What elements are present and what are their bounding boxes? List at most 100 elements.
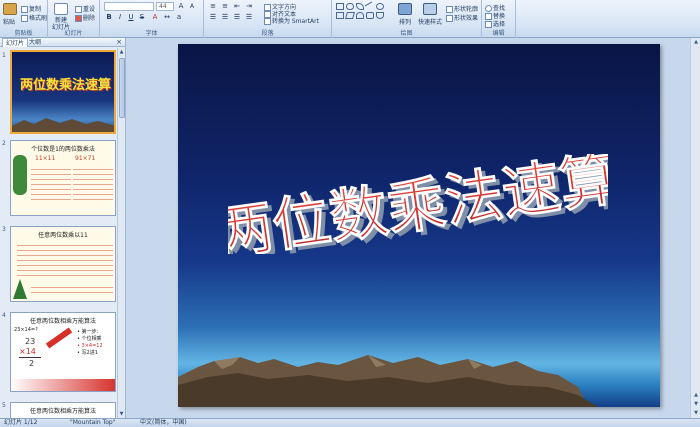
- select-button[interactable]: 选择: [485, 19, 505, 28]
- thumb-4-divider: [19, 357, 41, 358]
- shape-outline-button[interactable]: 形状轮廓: [446, 4, 478, 13]
- shape-outline-icon: [446, 6, 453, 13]
- scroll-up-icon[interactable]: ▲: [692, 38, 700, 47]
- prev-slide-icon[interactable]: ▲: [692, 391, 700, 400]
- slide-thumbnail-1[interactable]: 两位数乘法速算: [10, 50, 116, 134]
- slide-thumbnail-3[interactable]: 任意两位数乘以11: [10, 226, 116, 302]
- arc-shape-icon[interactable]: [356, 12, 364, 19]
- slide-thumbnail-2[interactable]: 个位数是1的两位数乘法 11×11 91×71: [10, 140, 116, 216]
- align-right-button[interactable]: ☰: [232, 13, 242, 22]
- slide-editing-area: 两位数乘法速算 两位数乘法速算 ▲ ▲ ▼ ▼: [127, 38, 700, 418]
- brush-icon: [21, 15, 28, 22]
- freeform-shape-icon[interactable]: [356, 3, 364, 10]
- thumb-2-text: 11×11: [35, 155, 56, 162]
- arrange-button[interactable]: 排列: [398, 3, 412, 26]
- close-icon[interactable]: ×: [116, 38, 122, 47]
- rectangle-shape-icon[interactable]: [336, 3, 344, 10]
- slide-thumbnail-4[interactable]: 任意两位数相乘万能算法 23×14=? 23 ×14 2 • 第一步： • 个位…: [10, 312, 116, 392]
- arrange-icon: [398, 3, 412, 15]
- thumb-number: 1: [2, 52, 6, 59]
- decrease-indent-button[interactable]: ⇤: [232, 2, 242, 11]
- group-label-slides: 幻灯片: [64, 30, 83, 37]
- circle-shape-icon[interactable]: [376, 3, 384, 10]
- underline-button[interactable]: U: [126, 13, 136, 22]
- change-case-button[interactable]: a: [174, 13, 184, 22]
- group-label-drawing: 绘图: [400, 30, 413, 37]
- scroll-down-icon[interactable]: ▼: [118, 410, 125, 418]
- group-label-clipboard: 剪贴板: [14, 30, 33, 37]
- thumb-2-body-lines: [73, 165, 113, 201]
- shrink-font-button[interactable]: A: [187, 2, 197, 11]
- thumb-4-num: ×14: [19, 347, 36, 356]
- slide-count-status: 幻灯片 1/12: [4, 419, 38, 426]
- thumb-1-background: 两位数乘法速算: [12, 52, 114, 132]
- quick-styles-button[interactable]: 快速样式: [418, 3, 442, 26]
- pine-tree-image: [13, 279, 27, 299]
- increase-indent-button[interactable]: ⇥: [244, 2, 254, 11]
- paste-button[interactable]: 粘贴: [3, 3, 17, 26]
- pane-scrollbar[interactable]: ▲ ▼: [117, 48, 125, 418]
- format-painter-button[interactable]: 格式刷: [21, 13, 47, 22]
- numbering-button[interactable]: ≡: [220, 2, 230, 11]
- callout-shape-icon[interactable]: [336, 12, 344, 19]
- font-size-combo[interactable]: 44: [156, 2, 174, 11]
- bold-button[interactable]: B: [104, 13, 114, 22]
- strikethrough-button[interactable]: S: [137, 13, 147, 22]
- tab-slides[interactable]: 幻灯片: [2, 38, 29, 47]
- justify-button[interactable]: ☰: [244, 13, 254, 22]
- paragraph-group: ≡ ≡ ⇤ ⇥ 文字方向 对齐文本 ☰ ☰ ☰ ☰ 转换为 SmartArt 段…: [204, 0, 332, 38]
- ribbon: 粘贴 复制 格式刷 剪贴板 新建 幻灯片 重设 删除 幻灯片 44 A A B …: [0, 0, 700, 38]
- reset-button[interactable]: 重设: [75, 4, 95, 13]
- new-slide-icon: [54, 3, 68, 15]
- curve-shape-icon[interactable]: [376, 12, 384, 19]
- char-spacing-button[interactable]: ↔: [162, 13, 172, 22]
- editor-scrollbar[interactable]: ▲ ▲ ▼ ▼: [690, 38, 700, 418]
- smartart-button[interactable]: 转换为 SmartArt: [264, 16, 319, 25]
- bullets-button[interactable]: ≡: [208, 2, 218, 11]
- tab-outline[interactable]: 大纲: [26, 38, 44, 47]
- thumb-1-title: 两位数乘法速算: [20, 78, 112, 93]
- slides-group: 新建 幻灯片 重设 删除 幻灯片: [48, 0, 100, 38]
- thumb-3-body-lines: [17, 241, 113, 277]
- mountain-range-image: [178, 355, 598, 407]
- shape-effects-button[interactable]: 形状效果: [446, 13, 478, 22]
- thumb-4-step: • 写2进1: [77, 350, 98, 356]
- slide-title-wordart[interactable]: 两位数乘法速算 两位数乘法速算: [228, 154, 608, 254]
- line-shape-icon[interactable]: [364, 1, 376, 12]
- new-slide-button[interactable]: 新建 幻灯片: [52, 3, 70, 31]
- reset-icon: [75, 6, 82, 13]
- select-icon: [485, 21, 492, 28]
- thumb-3-body-lines: [31, 283, 113, 297]
- rounded-rect-shape-icon[interactable]: [366, 12, 374, 19]
- scroll-down-icon[interactable]: ▼: [692, 409, 700, 418]
- thumb-4-step: • 个位相乘: [77, 336, 102, 342]
- shape-effects-icon: [446, 15, 453, 22]
- italic-button[interactable]: I: [115, 13, 125, 22]
- thumb-4-step: • 第一步：: [77, 329, 102, 335]
- delete-button[interactable]: 删除: [75, 13, 95, 22]
- delete-icon: [75, 15, 82, 22]
- drawing-group: 排列 快速样式 形状轮廓 形状效果 绘图: [332, 0, 482, 38]
- group-label-paragraph: 段落: [261, 30, 274, 37]
- font-color-button[interactable]: A: [150, 13, 160, 22]
- thumb-2-body-lines: [31, 165, 71, 201]
- copy-button[interactable]: 复制: [21, 4, 41, 13]
- mountain-thumb-image: [12, 118, 114, 132]
- red-swoosh-image: [11, 379, 115, 391]
- language-status[interactable]: 中文(简体，中国): [140, 419, 187, 427]
- scroll-up-icon[interactable]: ▲: [118, 48, 125, 56]
- align-left-button[interactable]: ☰: [208, 13, 218, 22]
- pane-tabs: 幻灯片 大纲 ×: [0, 38, 125, 47]
- align-center-button[interactable]: ☰: [220, 13, 230, 22]
- parallelogram-shape-icon[interactable]: [345, 12, 355, 19]
- scroll-thumb[interactable]: [119, 58, 125, 118]
- oval-shape-icon[interactable]: [346, 3, 354, 10]
- slide-canvas[interactable]: 两位数乘法速算 两位数乘法速算: [178, 44, 660, 407]
- font-name-combo[interactable]: [104, 2, 154, 11]
- theme-name-status: "Mountain Top": [70, 419, 116, 426]
- thumb-4-title: 任意两位数相乘万能算法: [29, 318, 96, 325]
- thumb-number: 5: [2, 402, 6, 409]
- slide-thumbnail-5[interactable]: 任意两位数相乘万能算法: [10, 402, 116, 418]
- next-slide-icon[interactable]: ▼: [692, 400, 700, 409]
- grow-font-button[interactable]: A: [176, 2, 186, 11]
